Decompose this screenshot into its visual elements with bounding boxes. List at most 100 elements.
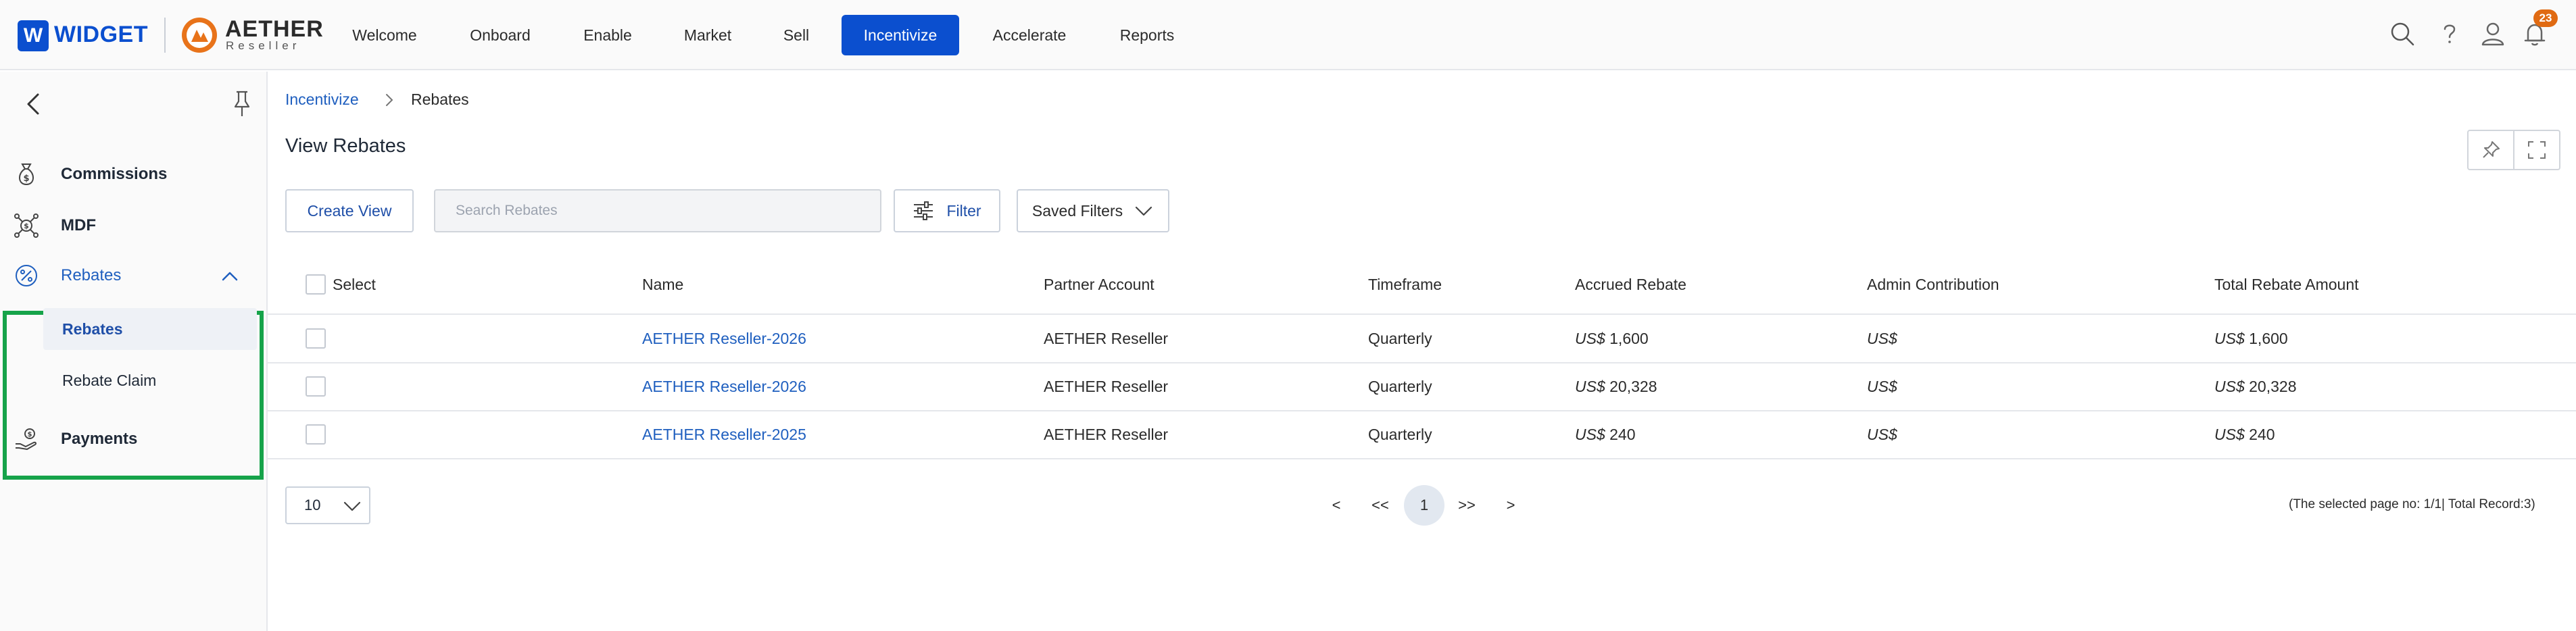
total-rebate-cell: US$ 1,600 (2214, 330, 2288, 348)
next-page-button[interactable]: > (1501, 492, 1521, 519)
collapse-back-icon[interactable] (22, 91, 46, 118)
currency-label: US$ (1867, 378, 1897, 395)
row-divider (268, 362, 2576, 363)
amount-value: 20,328 (2249, 378, 2297, 395)
svg-text:$: $ (23, 174, 29, 184)
chevron-down-icon (343, 501, 361, 511)
previous-page-button[interactable]: < (1326, 492, 1346, 519)
admin-contribution-cell: US$ (1867, 378, 1897, 396)
admin-contribution-cell: US$ (1867, 426, 1897, 444)
last-page-button[interactable]: >> (1453, 492, 1480, 519)
row-checkbox[interactable] (306, 424, 326, 445)
sidebar-item-label: MDF (61, 216, 96, 234)
widget-logo-text[interactable]: WIDGET (54, 22, 148, 48)
column-header-partner-account[interactable]: Partner Account (1044, 276, 1155, 294)
saved-filters-dropdown[interactable]: Saved Filters (1017, 189, 1169, 232)
timeframe-cell: Quarterly (1368, 378, 1432, 395)
widget-logo-mark[interactable]: W (18, 20, 49, 51)
chevron-right-icon (386, 94, 393, 106)
currency-label: US$ (1867, 330, 1897, 347)
amount-value: 20,328 (1609, 378, 1657, 395)
nav-accelerate[interactable]: Accelerate (981, 15, 1077, 55)
row-checkbox[interactable] (306, 328, 326, 349)
currency-label: US$ (2214, 378, 2245, 395)
currency-label: US$ (1575, 330, 1605, 347)
sidebar-subitem-rebates[interactable]: Rebates (43, 308, 257, 350)
user-icon[interactable] (2479, 20, 2506, 47)
column-header-admin-contribution[interactable]: Admin Contribution (1867, 276, 1999, 294)
page-size-select[interactable]: 10 (285, 486, 370, 524)
partner-account-cell: AETHER Reseller (1044, 378, 1169, 395)
row-divider (268, 410, 2576, 411)
help-icon[interactable] (2436, 20, 2463, 47)
pin-view-button[interactable] (2467, 130, 2514, 170)
dollar-network-icon: $ (14, 213, 39, 238)
rebate-name-link[interactable]: AETHER Reseller-2026 (642, 378, 806, 396)
column-header-timeframe[interactable]: Timeframe (1368, 276, 1442, 294)
breadcrumb-incentivize[interactable]: Incentivize (285, 91, 359, 109)
accrued-rebate-cell: US$ 1,600 (1575, 330, 1649, 348)
page-title: View Rebates (285, 135, 406, 157)
filter-sliders-icon (914, 201, 933, 220)
amount-value: 1,600 (2249, 330, 2288, 347)
search-icon[interactable] (2389, 20, 2416, 47)
currency-label: US$ (1575, 378, 1605, 395)
create-view-button[interactable]: Create View (285, 189, 414, 232)
nav-welcome[interactable]: Welcome (341, 15, 428, 55)
svg-text:$: $ (28, 431, 32, 438)
currency-label: US$ (1575, 426, 1605, 443)
current-page-button[interactable]: 1 (1404, 485, 1444, 526)
chevron-up-icon[interactable] (220, 268, 239, 284)
sidebar-item-label: Commissions (61, 165, 168, 183)
search-input[interactable] (434, 189, 881, 232)
row-checkbox[interactable] (306, 376, 326, 397)
timeframe-cell: Quarterly (1368, 330, 1432, 347)
column-header-select: Select (333, 276, 376, 293)
pin-icon[interactable] (230, 89, 254, 119)
nav-onboard[interactable]: Onboard (458, 15, 543, 55)
filter-button[interactable]: Filter (894, 189, 1000, 232)
rebate-name-link[interactable]: AETHER Reseller-2025 (642, 426, 806, 444)
column-header-total-rebate-amount[interactable]: Total Rebate Amount (2214, 276, 2359, 294)
nav-market[interactable]: Market (672, 15, 744, 55)
sidebar: $ Commissions $ MDF Rebates Rebates Reba… (0, 72, 268, 631)
nav-sell[interactable]: Sell (775, 15, 818, 55)
column-header-name[interactable]: Name (642, 276, 683, 294)
total-rebate-cell: US$ 240 (2214, 426, 2275, 444)
timeframe-cell: Quarterly (1368, 426, 1432, 443)
pin-icon (2483, 141, 2500, 158)
sidebar-item-label: Payments (61, 430, 138, 448)
aether-logo-icon (182, 18, 217, 53)
rebate-name-link[interactable]: AETHER Reseller-2026 (642, 330, 806, 348)
first-page-button[interactable]: << (1367, 492, 1394, 519)
logo-divider (164, 18, 166, 53)
nav-incentivize[interactable]: Incentivize (842, 15, 959, 55)
currency-label: US$ (2214, 330, 2245, 347)
nav-enable[interactable]: Enable (573, 15, 643, 55)
accrued-rebate-cell: US$ 20,328 (1575, 378, 1657, 396)
nav-reports[interactable]: Reports (1109, 15, 1186, 55)
top-navigation-bar: W WIDGET AETHER Reseller Welcome Onboard… (0, 0, 2576, 70)
sidebar-item-commissions[interactable]: $ Commissions (14, 155, 257, 193)
pagination-info: (The selected page no: 1/1| Total Record… (2289, 497, 2535, 511)
sidebar-item-mdf[interactable]: $ MDF (14, 207, 257, 245)
breadcrumb-current: Rebates (411, 91, 469, 108)
currency-label: US$ (1867, 426, 1897, 443)
sidebar-subitem-rebate-claim[interactable]: Rebate Claim (43, 359, 257, 401)
amount-value: 1,600 (1609, 330, 1649, 347)
sidebar-item-payments[interactable]: $ Payments (14, 420, 257, 458)
fullscreen-icon (2528, 141, 2546, 159)
sidebar-item-rebates[interactable]: Rebates (14, 257, 257, 295)
admin-contribution-cell: US$ (1867, 330, 1897, 348)
accrued-rebate-cell: US$ 240 (1575, 426, 1636, 444)
partner-account-cell: AETHER Reseller (1044, 426, 1169, 443)
svg-text:$: $ (24, 222, 29, 230)
table-header-divider (268, 313, 2576, 315)
percent-icon (16, 265, 37, 286)
row-divider (268, 458, 2576, 459)
select-all-checkbox[interactable] (306, 274, 326, 295)
notification-count-badge: 23 (2533, 9, 2558, 27)
hand-coin-icon: $ (16, 428, 37, 450)
fullscreen-button[interactable] (2513, 130, 2560, 170)
column-header-accrued-rebate[interactable]: Accrued Rebate (1575, 276, 1686, 294)
